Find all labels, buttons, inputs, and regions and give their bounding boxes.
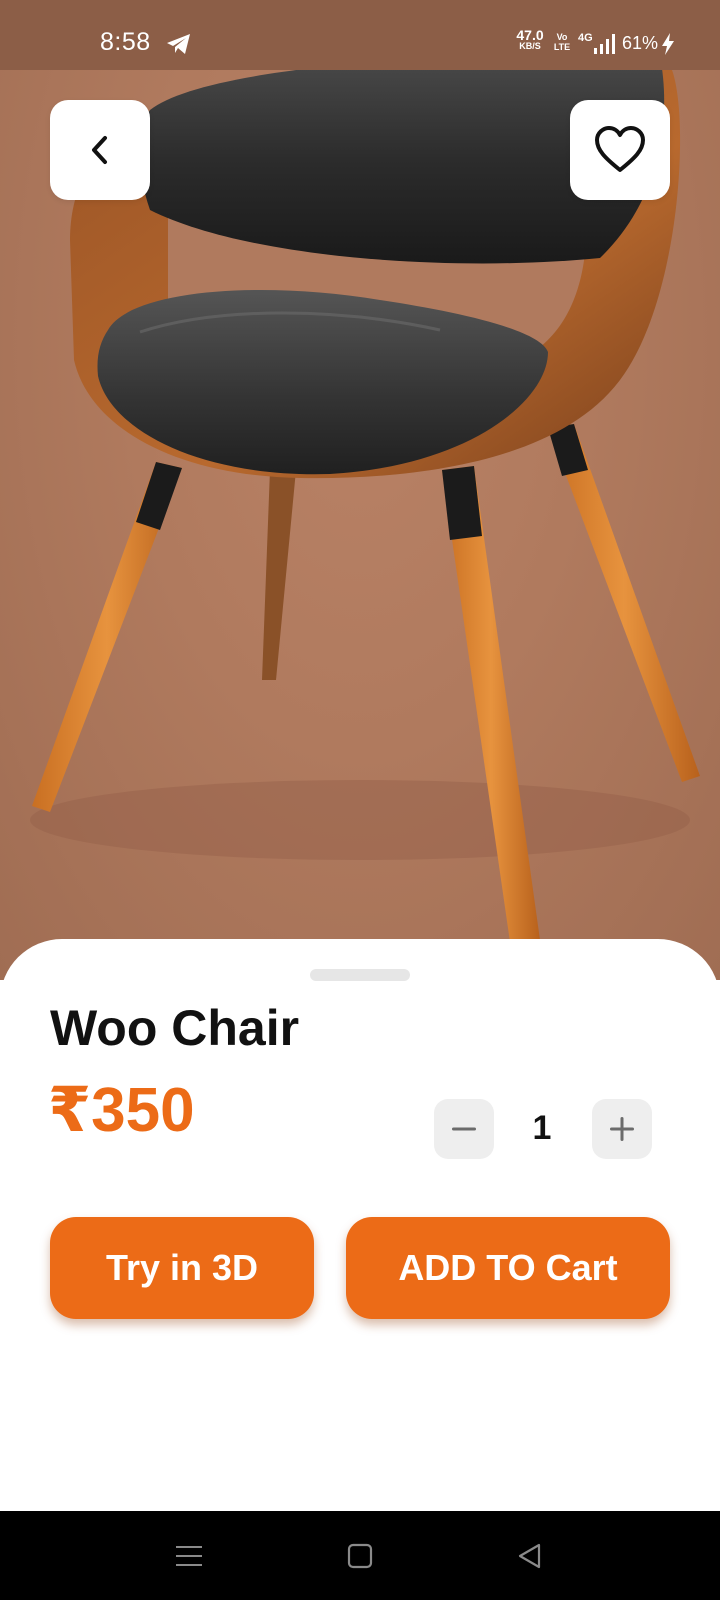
product-detail-screen: 8:58 47.0 KB/S Vo LTE 4G 61% Woo Chair ₹… [0,0,720,1600]
network-speed-value: 47.0 [516,27,544,43]
status-bar: 8:58 47.0 KB/S Vo LTE 4G 61% [0,0,720,70]
product-price: ₹350 [48,1076,195,1145]
charging-bolt-icon [662,33,674,55]
minus-icon [452,1127,476,1131]
status-time: 8:58 [100,28,151,56]
network-type: 4G [578,32,593,44]
heart-outline-icon [595,126,645,172]
system-navigation-bar [0,1511,720,1600]
product-details-sheet: Woo Chair ₹350 1 Try in 3D ADD TO Cart [0,939,720,1511]
back-button[interactable] [50,100,150,200]
favorite-button[interactable] [570,100,670,200]
volte-top: Vo [556,32,568,42]
quantity-increment-button[interactable] [592,1099,652,1159]
volte-bottom: LTE [553,42,571,52]
volte-indicator: Vo LTE [553,32,571,52]
square-home-icon[interactable] [345,1541,375,1571]
try-in-3d-button[interactable]: Try in 3D [50,1217,314,1319]
product-name: Woo Chair [50,1000,300,1056]
drag-handle[interactable] [310,969,410,981]
menu-lines-icon[interactable] [174,1541,204,1571]
signal-icon [594,34,615,54]
quantity-decrement-button[interactable] [434,1099,494,1159]
battery-percentage: 61% [622,33,659,53]
chevron-left-icon [92,136,107,164]
telegram-icon [167,34,190,54]
quantity-value: 1 [532,1109,552,1147]
triangle-back-icon[interactable] [515,1541,545,1571]
plus-icon [610,1117,634,1141]
network-speed: 47.0 KB/S [512,27,548,52]
add-to-cart-button[interactable]: ADD TO Cart [346,1217,670,1319]
